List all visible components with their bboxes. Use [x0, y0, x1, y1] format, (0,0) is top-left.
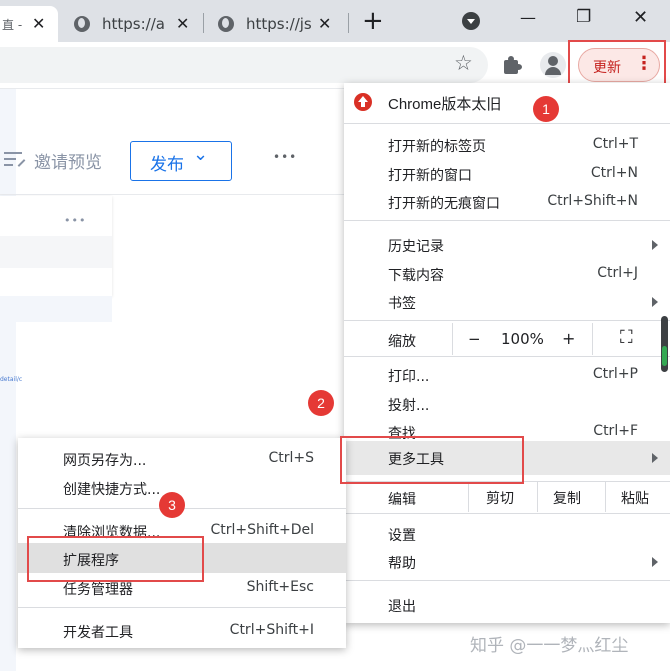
invite-preview-label: 邀请预览	[34, 153, 102, 173]
card-row	[0, 236, 112, 268]
scrollbar[interactable]	[661, 316, 668, 372]
menu-item-label: 打开新的无痕窗口	[388, 196, 500, 212]
tab-close-icon[interactable]: ✕	[318, 14, 331, 33]
card-row	[0, 296, 112, 322]
tab-separator	[348, 13, 349, 33]
menu-item-label: 打印...	[388, 369, 430, 385]
publish-button[interactable]: 发布 ⌄	[130, 141, 232, 181]
more-options-icon[interactable]: •••	[273, 150, 297, 164]
menu-item-shortcut: Ctrl+J	[597, 265, 638, 281]
watermark: 知乎 @一一梦灬红尘	[470, 636, 629, 656]
menu-separator	[344, 513, 670, 514]
chevron-down-icon	[467, 19, 475, 24]
menu-item-label: 任务管理器	[63, 582, 133, 598]
profile-avatar[interactable]	[540, 52, 566, 78]
menu-item-label: 打开新的窗口	[388, 168, 472, 184]
scrollbar-accent	[662, 346, 667, 366]
update-notice-label: Chrome版本太旧	[388, 96, 502, 113]
step-badge-1: 1	[533, 96, 559, 122]
edit-label: 编辑	[388, 492, 416, 508]
submenu-arrow-icon	[652, 453, 658, 463]
menu-item-shortcut: Ctrl+F	[593, 423, 638, 439]
card-more-icon[interactable]: •••	[64, 214, 86, 227]
paste-button[interactable]: 粘贴	[621, 488, 649, 508]
copy-button[interactable]: 复制	[553, 488, 581, 508]
submenu-arrow-icon	[652, 297, 658, 307]
list-icon	[4, 152, 26, 168]
window-close-button[interactable]: ✕	[633, 7, 648, 28]
menu-item-label: 帮助	[388, 556, 416, 572]
menu-item-label: 设置	[388, 528, 416, 544]
menu-separator	[344, 220, 670, 221]
minimize-button[interactable]: —	[520, 8, 536, 27]
restore-button[interactable]: ❐	[576, 7, 591, 27]
tab-separator	[203, 13, 204, 33]
menu-item-label: 开发者工具	[63, 625, 133, 641]
tab-3[interactable]: https://js ✕	[218, 6, 342, 42]
menu-item-shortcut: Ctrl+P	[592, 366, 638, 382]
menu-item-label: 历史记录	[388, 239, 444, 255]
menu-item-shortcut: Ctrl+S	[268, 450, 314, 466]
tab-active[interactable]: 直 - 5 ✕	[0, 6, 58, 42]
address-bar[interactable]	[0, 47, 488, 83]
menu-separator	[344, 123, 670, 124]
page-header-divider	[0, 194, 345, 195]
globe-icon	[74, 16, 90, 32]
submenu-arrow-icon	[652, 240, 658, 250]
highlight-more-tools	[340, 436, 524, 484]
fullscreen-icon[interactable]: ⛶	[620, 327, 633, 348]
menu-item-shortcut: Ctrl+Shift+Del	[210, 522, 314, 538]
tab-search-button[interactable]	[462, 12, 480, 30]
tab-close-icon[interactable]: ✕	[176, 14, 189, 33]
extensions-puzzle-icon[interactable]	[504, 56, 522, 74]
tab-title: https://js	[246, 15, 312, 33]
tab-close-icon[interactable]: ✕	[32, 14, 45, 33]
update-notice-item[interactable]: Chrome版本太旧	[344, 87, 670, 117]
menu-item-label: 打开新的标签页	[388, 139, 486, 155]
tab-title: 直 - 5	[2, 17, 24, 32]
menu-item-shortcut: Ctrl+T	[592, 136, 638, 152]
zoom-divider	[452, 323, 453, 355]
zoom-label: 缩放	[388, 334, 416, 350]
menu-item-label: 书签	[388, 296, 416, 312]
bookmark-star-icon[interactable]: ☆	[454, 51, 473, 75]
tab-strip: 直 - 5 ✕ https://a ✕ https://js ✕ + — ❐ ✕	[0, 0, 670, 42]
menu-item-shortcut: Ctrl+Shift+I	[229, 622, 314, 638]
menu-item-shortcut: Ctrl+N	[590, 165, 638, 181]
menu-item-label: 网页另存为...	[63, 453, 147, 469]
update-arrow-icon	[354, 93, 372, 111]
menu-item-label: 创建快捷方式...	[63, 482, 161, 498]
highlight-extensions	[27, 536, 204, 582]
menu-item-shortcut: Shift+Esc	[246, 579, 314, 595]
globe-icon	[218, 16, 234, 32]
chrome-menu: Chrome版本太旧 打开新的标签页 Ctrl+T 打开新的窗口 Ctrl+N …	[344, 83, 670, 623]
menu-separator	[344, 580, 670, 581]
edit-divider	[468, 482, 469, 512]
tiny-link[interactable]: detail/c	[0, 376, 22, 383]
step-badge-2: 2	[308, 390, 334, 416]
zoom-value: 100%	[501, 330, 544, 348]
edit-divider	[605, 482, 606, 512]
zoom-out-button[interactable]: −	[468, 330, 481, 348]
tab-2[interactable]: https://a ✕	[74, 6, 198, 42]
submenu-arrow-icon	[652, 557, 658, 567]
menu-separator	[18, 607, 346, 608]
new-tab-button[interactable]: +	[362, 6, 384, 36]
step-badge-3: 3	[159, 492, 185, 518]
zoom-in-button[interactable]: +	[562, 329, 575, 348]
menu-item-label: 下载内容	[388, 268, 444, 284]
menu-item-label: 投射...	[388, 398, 430, 414]
tab-title: https://a	[102, 15, 165, 33]
cut-button[interactable]: 剪切	[486, 488, 514, 508]
menu-separator	[344, 356, 670, 357]
chevron-down-icon: ⌄	[193, 144, 209, 165]
menu-item-label: 退出	[388, 599, 416, 615]
menu-item-shortcut: Ctrl+Shift+N	[547, 193, 638, 209]
edit-divider	[537, 482, 538, 512]
menu-separator	[344, 320, 670, 321]
publish-label: 发布	[150, 155, 184, 175]
zoom-divider	[592, 323, 593, 355]
